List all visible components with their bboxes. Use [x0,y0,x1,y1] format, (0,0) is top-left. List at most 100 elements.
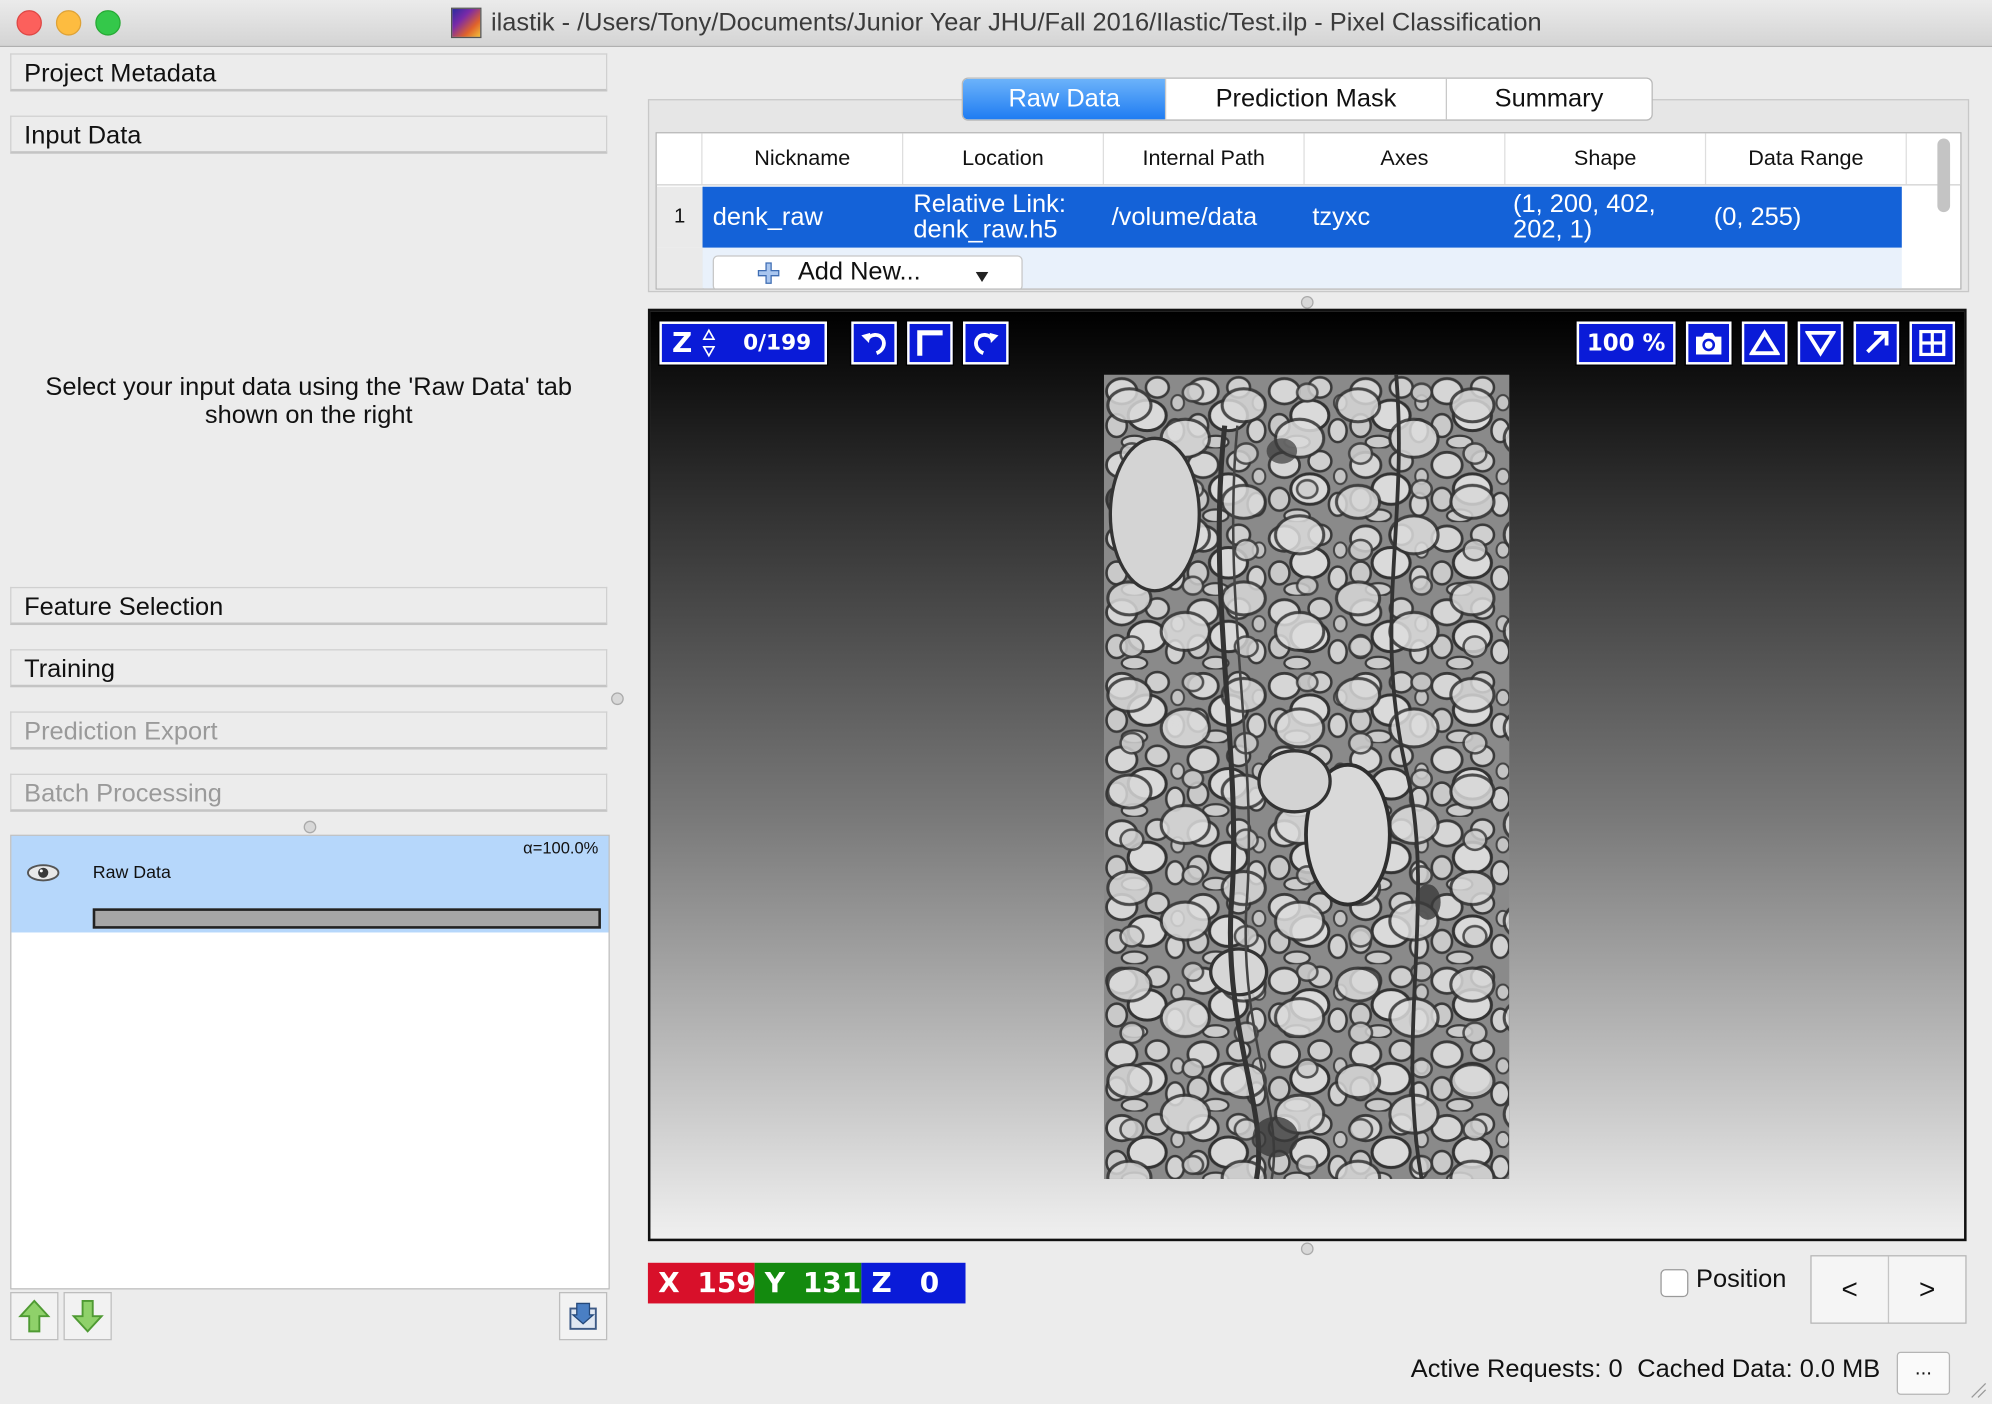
move-layer-up-button[interactable] [10,1292,59,1341]
slice-down-button[interactable] [1796,320,1845,366]
layer-stack: Raw Data α=100.0% [10,834,610,1290]
swap-axes-button[interactable] [905,320,955,366]
layer-buttons [10,1292,610,1343]
slice-value: 0/199 [743,330,812,356]
rotate-left-icon [861,332,886,355]
title-container: ilastik - /Users/Tony/Documents/Junior Y… [0,0,1992,46]
cell-shape[interactable]: (1, 200, 402, 202, 1) [1513,187,1691,248]
y-label: Y [764,1267,786,1299]
table-viewer-splitter-handle[interactable] [1300,296,1314,309]
position-label: Position [1695,1265,1787,1294]
slice-spinbox[interactable]: Z 0/199 [658,320,829,366]
dataset-tabs: Raw Data Prediction Mask Summary [961,77,1653,121]
cell-internal-path[interactable]: /volume/data [1112,187,1303,248]
slice-up-button[interactable] [1740,320,1789,366]
header-internal-path[interactable]: Internal Path [1104,133,1305,185]
volume-viewer[interactable]: Z 0/199 100 % [647,308,1967,1242]
add-row: Add New... [702,247,1902,289]
applet-batch-processing[interactable]: Batch Processing [10,773,608,812]
arrow-up-icon [18,1299,51,1333]
x-coordinate: X 159 [647,1262,756,1304]
z-label: Z [871,1267,892,1299]
next-button[interactable]: > [1889,1256,1965,1322]
layer-row-raw-data[interactable]: Raw Data α=100.0% [11,835,609,933]
quad-view-button[interactable] [1908,320,1957,366]
row-index-empty [656,247,704,289]
add-new-button[interactable]: Add New... [712,255,1023,289]
header-data-range[interactable]: Data Range [1706,133,1907,185]
cell-location[interactable]: Relative Link: denk_raw.h5 [913,187,1091,248]
input-data-hint-panel: Select your input data using the 'Raw Da… [10,165,607,638]
y-value: 131 [802,1267,862,1299]
cell-axes[interactable]: tzyxc [1312,187,1503,248]
export-layer-button[interactable] [558,1292,608,1341]
z-value: 0 [919,1267,940,1299]
camera-icon [1695,332,1722,355]
applet-feature-selection[interactable]: Feature Selection [10,586,608,626]
memory-details-button[interactable]: ... [1896,1351,1951,1395]
navigation-buttons: < > [1810,1255,1967,1324]
cell-data-range[interactable]: (0, 255) [1714,187,1905,248]
active-requests: Active Requests: 0 [1410,1355,1623,1384]
applet-training[interactable]: Training [10,649,608,688]
eye-visibility-icon[interactable] [26,864,60,882]
triangle-up-icon [1749,329,1780,356]
y-coordinate: Y 131 [754,1262,862,1304]
x-value: 159 [697,1267,756,1299]
rotate-right-button[interactable] [961,320,1010,366]
tab-summary[interactable]: Summary [1446,79,1651,120]
export-icon [569,1302,597,1330]
table-row[interactable]: denk_raw Relative Link: denk_raw.h5 /vol… [702,186,1905,248]
layer-opacity-bar[interactable] [92,908,601,929]
cell-nickname[interactable]: denk_raw [713,187,904,248]
raw-data-image[interactable] [1103,374,1510,1179]
previous-button[interactable]: < [1812,1256,1890,1323]
ilastik-app-icon [450,7,481,39]
window-title: ilastik - /Users/Tony/Documents/Junior Y… [491,8,1542,37]
arrow-down-icon [71,1299,104,1333]
rotate-right-icon [974,332,999,355]
ilastik-window: ilastik - /Users/Tony/Documents/Junior Y… [0,0,1992,1404]
vertical-splitter-handle[interactable] [611,692,624,706]
position-checkbox[interactable] [1660,1269,1689,1298]
resize-grip-icon[interactable] [1969,1381,1987,1399]
dropdown-arrow-icon[interactable] [975,271,989,283]
title-bar: ilastik - /Users/Tony/Documents/Junior Y… [0,0,1992,48]
header-corner [657,133,703,185]
z-coordinate: Z 0 [861,1262,966,1304]
tab-prediction-mask[interactable]: Prediction Mask [1167,78,1447,120]
cached-data: Cached Data: 0.0 MB [1637,1355,1881,1384]
dataset-table-header: Nickname Location Internal Path Axes Sha… [656,133,1961,186]
zoom-level[interactable]: 100 % [1575,320,1677,366]
input-data-hint: Select your input data using the 'Raw Da… [45,373,573,430]
grid-icon [1919,329,1946,357]
dataset-table: Nickname Location Internal Path Axes Sha… [655,132,1962,290]
status-bar: Active Requests: 0 Cached Data: 0.0 MB [1411,1356,1880,1385]
horizontal-splitter-handle[interactable] [303,820,317,834]
plus-icon [757,262,780,284]
spin-arrows-icon[interactable] [702,328,716,358]
row-index[interactable]: 1 [656,186,704,248]
move-layer-down-button[interactable] [63,1292,112,1341]
header-shape[interactable]: Shape [1505,133,1707,185]
corner-icon [917,330,943,356]
axis-label: Z [672,327,693,359]
header-axes[interactable]: Axes [1305,133,1506,185]
cursor-coordinates: X 159 Y 131 Z 0 [647,1262,966,1304]
em-micrograph [1103,374,1510,1179]
x-label: X [658,1267,680,1299]
table-scrollbar[interactable] [1937,138,1951,213]
rotate-left-button[interactable] [849,320,899,366]
header-nickname[interactable]: Nickname [703,133,904,185]
applet-prediction-export[interactable]: Prediction Export [10,711,608,750]
applet-project-metadata[interactable]: Project Metadata [10,53,608,92]
maximize-view-button[interactable] [1852,320,1901,366]
viewer-bottom-splitter-handle[interactable] [1300,1242,1314,1256]
snapshot-button[interactable] [1684,320,1733,366]
tab-raw-data[interactable]: Raw Data [962,78,1167,120]
applet-input-data[interactable]: Input Data [10,115,608,154]
arrow-diagonal-icon [1866,330,1889,354]
layer-name: Raw Data [92,861,171,882]
triangle-down-icon [1805,330,1836,357]
header-location[interactable]: Location [903,133,1104,185]
